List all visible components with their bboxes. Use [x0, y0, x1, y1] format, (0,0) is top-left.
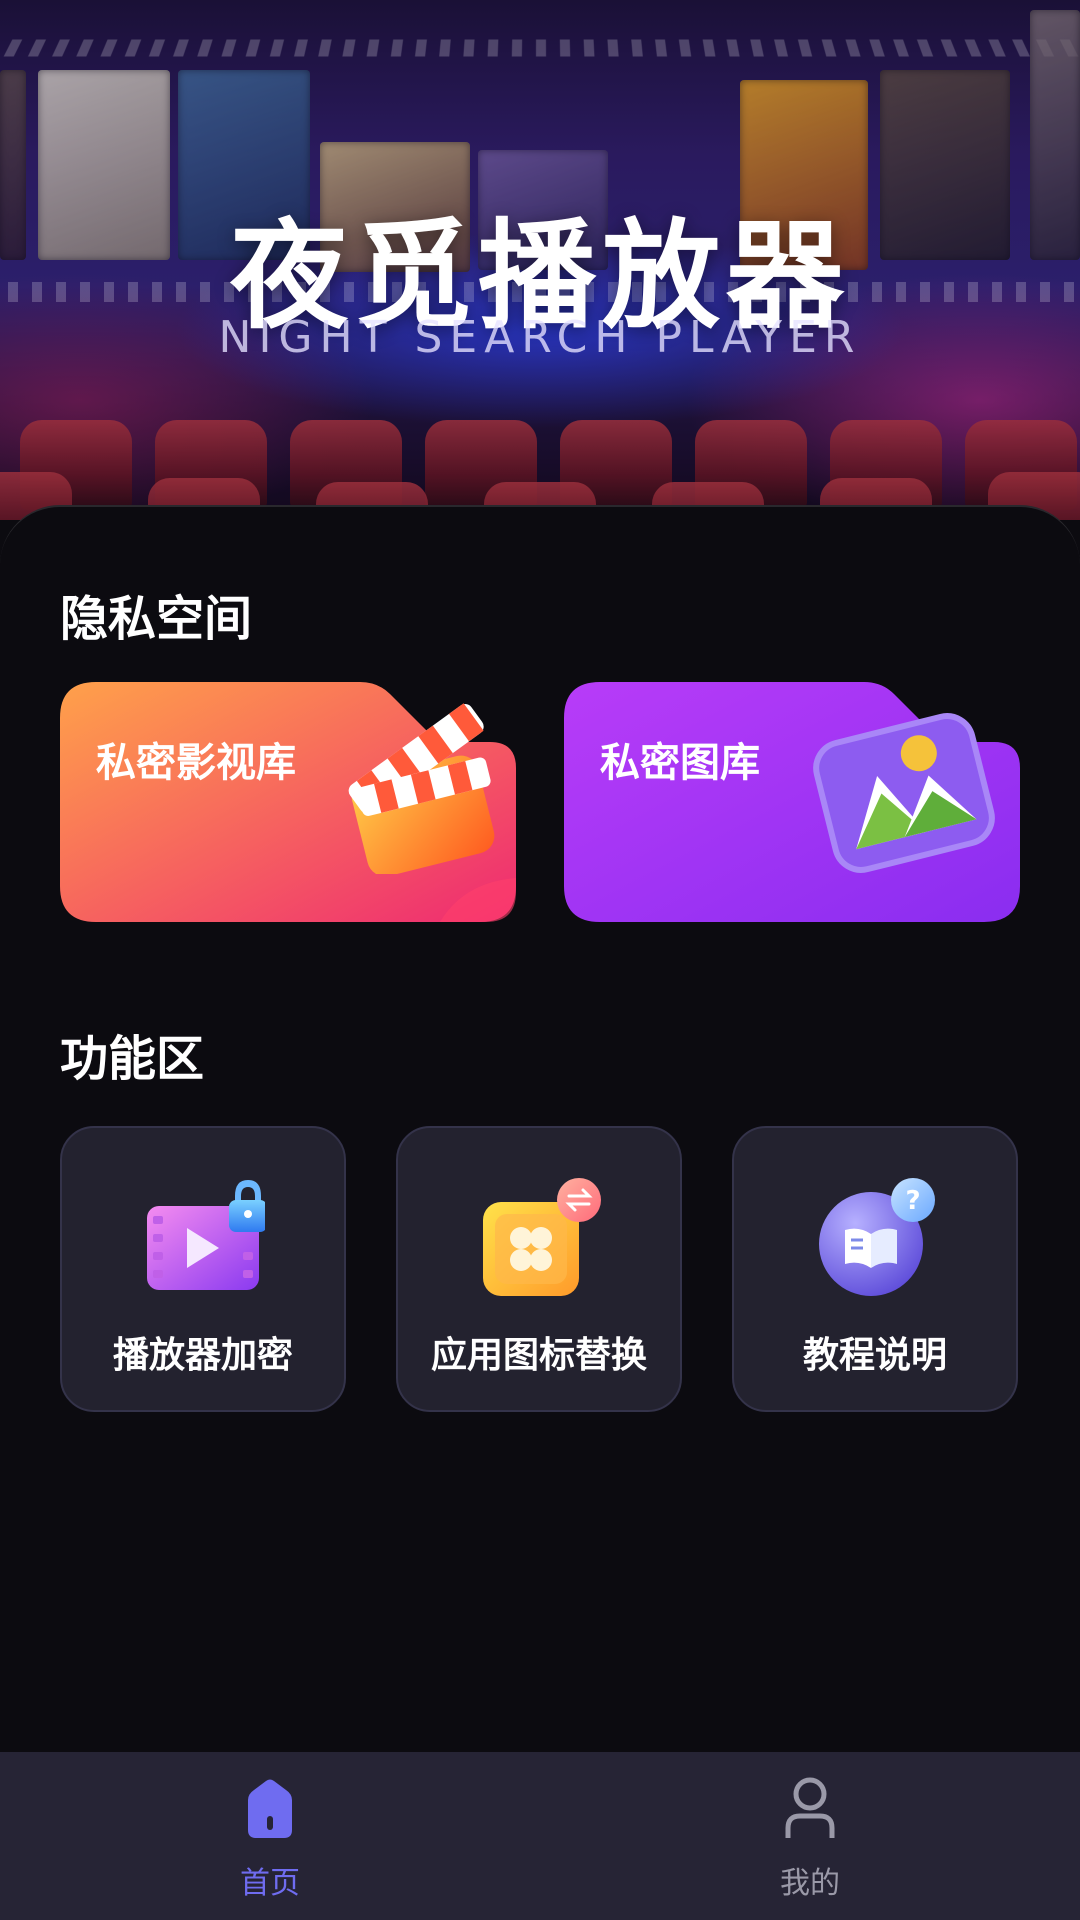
private-gallery-card[interactable]: 私密图库 [564, 682, 1020, 922]
tab-home[interactable]: 首页 [0, 1752, 540, 1920]
app-icon-swap-icon [483, 1178, 601, 1296]
tab-home-label: 首页 [240, 1866, 300, 1901]
feature-tutorial[interactable]: ? 教程说明 [732, 1126, 1018, 1412]
feature-app-icon-swap-label: 应用图标替换 [430, 1335, 647, 1376]
hero-banner: 夜觅播放器 NIGHT SEARCH PLAYER [0, 0, 1080, 520]
private-video-library-label: 私密影视库 [96, 740, 296, 786]
user-icon [785, 1777, 835, 1838]
tab-mine-label: 我的 [780, 1866, 840, 1901]
home-icon [248, 1779, 292, 1838]
film-strip-decoration [0, 39, 1080, 57]
section-title-features: 功能区 [60, 1031, 205, 1087]
private-gallery-label: 私密图库 [600, 740, 760, 786]
tutorial-book-icon: ? [819, 1178, 935, 1296]
feature-tutorial-label: 教程说明 [802, 1335, 947, 1376]
video-lock-icon [147, 1180, 265, 1290]
private-video-library-card[interactable]: 私密影视库 [60, 682, 516, 922]
feature-app-icon-swap[interactable]: 应用图标替换 [396, 1126, 682, 1412]
feature-player-encryption-label: 播放器加密 [112, 1335, 293, 1376]
app-subtitle: NIGHT SEARCH PLAYER [218, 312, 862, 363]
tab-mine[interactable]: 我的 [540, 1752, 1080, 1920]
section-title-private-space: 隐私空间 [60, 591, 253, 647]
clapperboard-icon [348, 703, 495, 874]
feature-player-encryption[interactable]: 播放器加密 [60, 1126, 346, 1412]
bottom-tab-bar: 首页 我的 [0, 1752, 1080, 1920]
svg-text:?: ? [905, 1186, 920, 1216]
image-gallery-icon [813, 713, 995, 873]
